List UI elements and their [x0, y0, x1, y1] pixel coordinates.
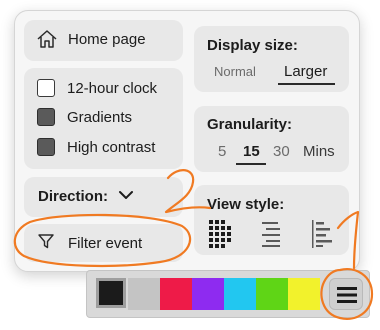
grid-view-icon[interactable] — [208, 219, 234, 249]
display-size-selection-underline — [278, 83, 335, 85]
view-style-title: View style: — [207, 196, 285, 213]
checkbox-12-hour-clock[interactable] — [37, 79, 55, 97]
checkbox-gradients[interactable] — [37, 108, 55, 126]
home-page-label: Home page — [68, 31, 146, 48]
display-size-title: Display size: — [207, 37, 298, 54]
color-swatch-green[interactable] — [256, 278, 288, 310]
color-swatch-yellow[interactable] — [288, 278, 320, 310]
granularity-selection-underline — [236, 163, 266, 165]
color-swatch-purple[interactable] — [192, 278, 224, 310]
timeline-view-icon[interactable] — [310, 219, 336, 249]
filter-event-label: Filter event — [68, 235, 143, 252]
color-swatch-cyan[interactable] — [224, 278, 256, 310]
home-icon — [36, 29, 58, 49]
screenshot-stage: Home page 12-hour clock Gradients High c… — [0, 0, 380, 330]
chevron-down-icon[interactable] — [118, 189, 134, 201]
color-swatch-selected[interactable] — [96, 278, 126, 308]
option-label-high-contrast: High contrast — [67, 139, 156, 156]
display-size-option-normal[interactable]: Normal — [214, 64, 256, 79]
granularity-unit: Mins — [303, 143, 335, 160]
color-swatch-red[interactable] — [160, 278, 192, 310]
checkbox-high-contrast[interactable] — [37, 138, 55, 156]
option-label-12-hour-clock: 12-hour clock — [67, 80, 158, 97]
granularity-option-5[interactable]: 5 — [218, 143, 226, 160]
granularity-option-15[interactable]: 15 — [243, 143, 260, 160]
option-label-gradients: Gradients — [67, 109, 133, 126]
granularity-option-30[interactable]: 30 — [273, 143, 290, 160]
hamburger-menu-icon — [337, 287, 357, 303]
filter-icon — [37, 232, 55, 250]
display-size-option-larger[interactable]: Larger — [284, 63, 327, 80]
list-view-icon[interactable] — [260, 219, 284, 249]
color-swatch-gray[interactable] — [128, 278, 160, 310]
direction-label: Direction: — [38, 188, 109, 205]
granularity-title: Granularity: — [207, 116, 293, 133]
menu-button[interactable] — [329, 278, 363, 310]
